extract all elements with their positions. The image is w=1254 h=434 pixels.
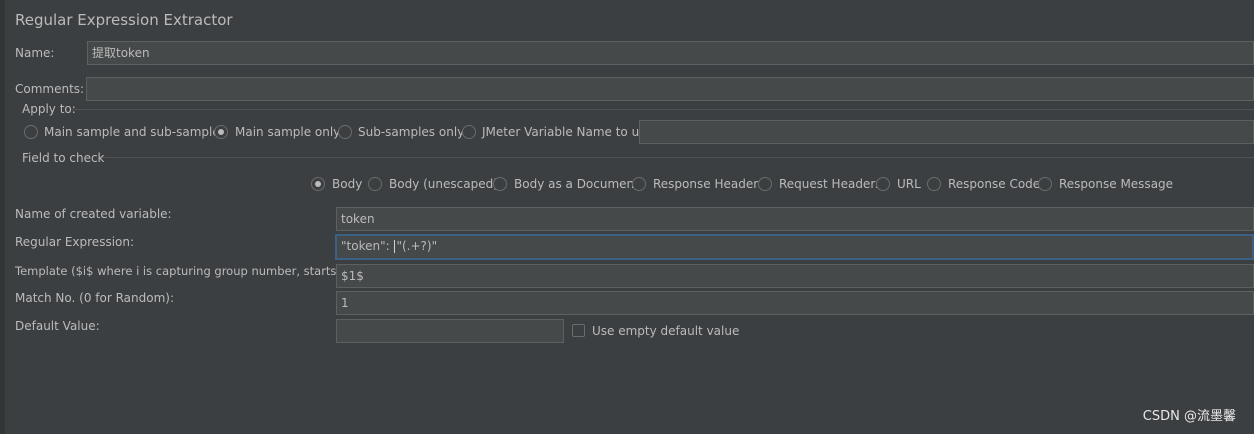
apply-to-separator [72, 109, 1254, 110]
apply-to-legend: Apply to: [22, 102, 76, 116]
regex-field[interactable]: "token": "(.+?)" [335, 234, 1254, 260]
regex-value-before-caret: "token": [341, 239, 394, 253]
match-no-label: Match No. (0 for Random): [15, 291, 175, 305]
radio-response-code[interactable] [927, 177, 941, 191]
radio-main-sample-only[interactable] [214, 125, 228, 139]
template-label: Template ($i$ where i is capturing group… [15, 264, 371, 278]
radio-jmeter-variable[interactable] [462, 125, 476, 139]
radio-jmeter-variable-label: JMeter Variable Name to use [482, 125, 653, 139]
radio-body-unescaped-label: Body (unescaped) [389, 177, 498, 191]
radio-body[interactable] [311, 177, 325, 191]
variable-name-label: Name of created variable: [15, 207, 172, 221]
radio-url-label: URL [897, 177, 921, 191]
radio-request-headers-label: Request Headers [779, 177, 882, 191]
name-field[interactable]: 提取token [87, 41, 1254, 65]
use-empty-default-checkbox[interactable] [572, 324, 585, 337]
radio-request-headers[interactable] [758, 177, 772, 191]
radio-body-as-document-label: Body as a Document [514, 177, 639, 191]
radio-main-and-sub-samples-label: Main sample and sub-samples [44, 125, 226, 139]
radio-sub-samples-only[interactable] [338, 125, 352, 139]
radio-body-label: Body [332, 177, 363, 191]
radio-url[interactable] [876, 177, 890, 191]
radio-main-sample-only-label: Main sample only [235, 125, 341, 139]
field-to-check-legend: Field to check [22, 151, 105, 165]
regex-value-after-caret: "(.+?)" [396, 239, 438, 253]
radio-response-message-label: Response Message [1059, 177, 1174, 191]
jmeter-variable-name-field[interactable] [639, 120, 1254, 144]
radio-sub-samples-only-label: Sub-samples only [358, 125, 465, 139]
use-empty-default-label: Use empty default value [592, 324, 740, 338]
comments-field[interactable] [86, 77, 1254, 101]
radio-response-code-label: Response Code [948, 177, 1041, 191]
radio-body-as-document[interactable] [493, 177, 507, 191]
comments-label: Comments: [15, 82, 85, 96]
template-field[interactable]: $1$ [336, 264, 1254, 288]
variable-name-field[interactable]: token [336, 207, 1254, 231]
regex-label: Regular Expression: [15, 235, 135, 249]
default-value-field[interactable] [336, 319, 564, 343]
field-to-check-separator [99, 157, 1254, 158]
left-panel-edge [0, 0, 5, 434]
radio-response-message[interactable] [1038, 177, 1052, 191]
name-label: Name: [15, 46, 55, 60]
match-no-field[interactable]: 1 [336, 291, 1254, 315]
panel-title: Regular Expression Extractor [15, 11, 233, 29]
radio-response-headers-label: Response Headers [653, 177, 765, 191]
radio-body-unescaped[interactable] [368, 177, 382, 191]
watermark-text: CSDN @流墨馨 [1142, 409, 1236, 424]
radio-response-headers[interactable] [632, 177, 646, 191]
radio-main-and-sub-samples[interactable] [24, 125, 38, 139]
default-value-label: Default Value: [15, 319, 100, 333]
